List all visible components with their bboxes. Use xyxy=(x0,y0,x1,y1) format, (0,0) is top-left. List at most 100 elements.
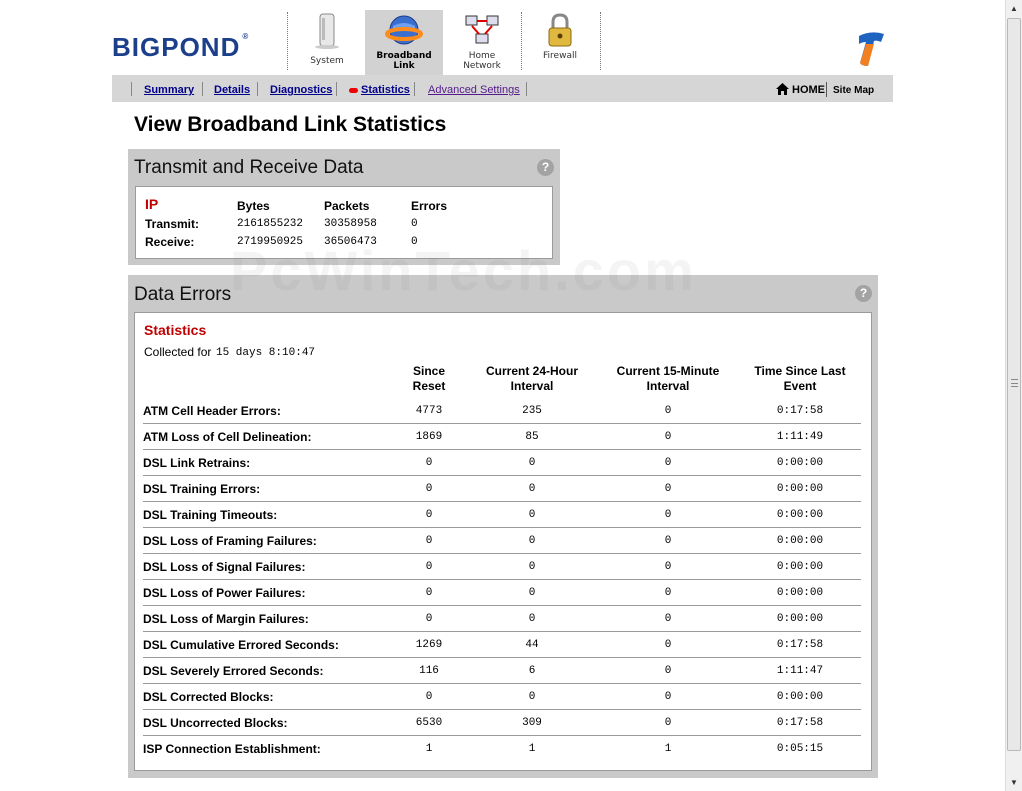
table-row: DSL Loss of Power Failures: 0 0 0 0:00:00 xyxy=(143,580,861,606)
cell-since: 116 xyxy=(419,665,439,677)
tab-firewall[interactable]: Firewall xyxy=(521,10,599,75)
system-icon xyxy=(315,13,339,49)
tab-label: Firewall xyxy=(543,51,577,61)
row-label: DSL Link Retrains: xyxy=(143,456,251,470)
receive-label: Receive: xyxy=(145,235,195,249)
site-map-link[interactable]: Site Map xyxy=(833,85,874,96)
row-label: DSL Training Errors: xyxy=(143,482,261,496)
row-label: DSL Loss of Framing Failures: xyxy=(143,534,317,548)
padlock-icon xyxy=(548,13,572,47)
cell-last: 0:00:00 xyxy=(776,561,824,573)
nav-diagnostics-link[interactable]: Diagnostics xyxy=(270,84,332,96)
cell-last: 0:00:00 xyxy=(776,691,824,703)
receive-packets: 36506473 xyxy=(324,236,377,248)
cell-last: 0:00:00 xyxy=(776,509,824,521)
data-errors-panel: Data Errors ? Statistics Collected for 1… xyxy=(128,275,878,778)
bytes-header: Bytes xyxy=(237,199,270,213)
cell-last: 0:05:15 xyxy=(776,743,824,755)
cell-since: 0 xyxy=(425,691,433,703)
cell-since: 0 xyxy=(425,483,433,495)
cell-since: 0 xyxy=(425,561,433,573)
home-network-icon xyxy=(465,15,499,44)
row-label: DSL Training Timeouts: xyxy=(143,508,278,522)
transmit-receive-panel: Transmit and Receive Data ? IP Bytes Pac… xyxy=(128,149,560,265)
help-icon[interactable]: ? xyxy=(855,285,872,302)
table-row: ATM Loss of Cell Delineation: 1869 85 0 1:11… xyxy=(143,424,861,450)
telstra-logo-icon[interactable] xyxy=(856,30,886,70)
nav-divider xyxy=(131,82,132,96)
cell-m15: 0 xyxy=(664,587,672,599)
nav-details-link[interactable]: Details xyxy=(214,84,250,96)
cell-m15: 0 xyxy=(664,483,672,495)
table-row: ATM Cell Header Errors: 4773 235 0 0:17:58 xyxy=(143,398,861,424)
nav-advanced-settings-link[interactable]: Advanced Settings xyxy=(428,84,520,96)
header-line: Time Since Last xyxy=(754,364,846,378)
transmit-bytes: 2161855232 xyxy=(237,218,304,230)
table-row: DSL Link Retrains: 0 0 0 0:00:00 xyxy=(143,450,861,476)
cell-m15: 0 xyxy=(664,691,672,703)
nav-divider xyxy=(526,82,527,96)
transmit-label: Transmit: xyxy=(145,217,200,231)
since-reset-header: Since Reset xyxy=(394,364,464,394)
cell-since: 0 xyxy=(425,509,433,521)
nav-divider xyxy=(257,82,258,96)
cell-h24: 1 xyxy=(528,743,536,755)
current-15-minute-header: Current 15-Minute Interval xyxy=(604,364,732,394)
tab-broadband-link[interactable]: Broadband Link xyxy=(365,10,443,75)
row-label: DSL Loss of Margin Failures: xyxy=(143,612,309,626)
home-link[interactable]: HOME xyxy=(792,84,825,96)
tab-divider xyxy=(600,12,601,70)
cell-last: 1:11:49 xyxy=(776,431,824,443)
cell-h24: 0 xyxy=(528,535,536,547)
nav-summary-link[interactable]: Summary xyxy=(144,84,194,96)
table-row: DSL Loss of Margin Failures: 0 0 0 0:00:00 xyxy=(143,606,861,632)
cell-m15: 0 xyxy=(664,405,672,417)
ip-heading: IP xyxy=(145,196,159,212)
home-icon[interactable] xyxy=(776,83,789,95)
transmit-receive-body: IP Bytes Packets Errors Transmit: 216185… xyxy=(135,186,553,259)
nav-statistics-link[interactable]: Statistics xyxy=(361,84,410,96)
header-line: Current 24-Hour xyxy=(485,364,578,378)
table-row: DSL Loss of Framing Failures: 0 0 0 0:00:00 xyxy=(143,528,861,554)
cell-m15: 0 xyxy=(664,613,672,625)
cell-last: 0:17:58 xyxy=(776,639,824,651)
cell-m15: 0 xyxy=(664,535,672,547)
packets-header: Packets xyxy=(324,199,370,213)
scroll-down-arrow-icon[interactable]: ▼ xyxy=(1006,774,1022,791)
header-line: Interval xyxy=(510,379,554,393)
header-line: Since xyxy=(412,364,445,378)
errors-header: Errors xyxy=(411,199,448,213)
vertical-scrollbar[interactable]: ▲ ▼ xyxy=(1005,0,1022,791)
header-line: Event xyxy=(783,379,817,393)
tab-system[interactable]: System xyxy=(288,10,366,75)
cell-h24: 0 xyxy=(528,613,536,625)
scroll-up-arrow-icon[interactable]: ▲ xyxy=(1006,0,1022,17)
cell-last: 0:17:58 xyxy=(776,405,824,417)
scroll-thumb[interactable] xyxy=(1007,18,1021,751)
cell-h24: 0 xyxy=(528,457,536,469)
cell-m15: 1 xyxy=(664,743,672,755)
tab-home-network[interactable]: Home Network xyxy=(443,10,521,75)
tab-label: System xyxy=(310,56,344,66)
cell-m15: 0 xyxy=(664,561,672,573)
cell-last: 0:00:00 xyxy=(776,587,824,599)
tab-label-line1: Broadband xyxy=(376,51,432,61)
nav-divider xyxy=(202,82,203,96)
cell-last: 0:17:58 xyxy=(776,717,824,729)
registered-mark: ® xyxy=(242,32,250,41)
header-line: Reset xyxy=(412,379,446,393)
cell-since: 0 xyxy=(425,587,433,599)
cell-h24: 85 xyxy=(525,431,539,443)
table-row: DSL Uncorrected Blocks: 6530 309 0 0:17:58 xyxy=(143,710,861,736)
help-icon[interactable]: ? xyxy=(537,159,554,176)
tab-label-line1: Home xyxy=(468,51,496,61)
row-label: ISP Connection Establishment: xyxy=(143,742,321,756)
cell-h24: 235 xyxy=(522,405,542,417)
table-row: DSL Corrected Blocks: 0 0 0 0:00:00 xyxy=(143,684,861,710)
cell-m15: 0 xyxy=(664,431,672,443)
bigpond-logo[interactable]: BIGPOND ® xyxy=(112,32,249,63)
cell-m15: 0 xyxy=(664,509,672,521)
grip-icon xyxy=(1011,379,1018,387)
time-since-last-event-header: Time Since Last Event xyxy=(740,364,860,394)
tab-label-line2: Link xyxy=(393,61,415,71)
